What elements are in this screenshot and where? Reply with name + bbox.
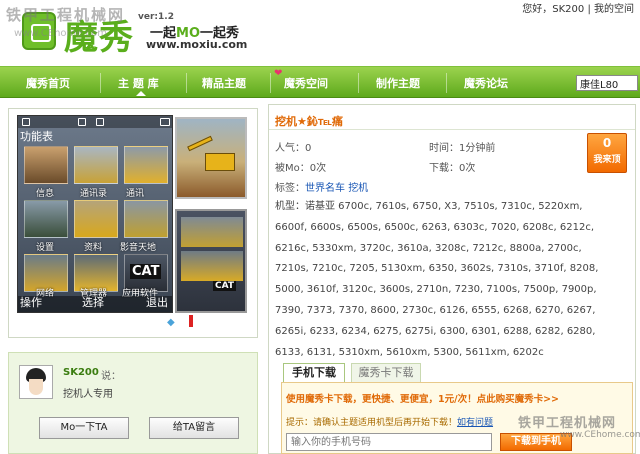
vote-up-button[interactable]: 0 我来顶 (587, 133, 627, 173)
diamond-icon[interactable]: ◆ (167, 317, 175, 328)
popularity-stat: 人气：0 (275, 143, 312, 154)
models-list: 诺基亚 6700c, 7610s, 6750, X3, 7510s, 7310c… (275, 201, 599, 358)
leave-message-button[interactable]: 给TA留言 (149, 417, 239, 439)
report-flag-icon[interactable] (189, 315, 193, 327)
phone-screenshot[interactable]: 功能表 信息 通讯录 通讯 设置 资料 影音天地 CAT 网络 管理器 应用软件… (17, 115, 173, 313)
softkey-left: 操作 (20, 296, 42, 309)
signal-icon (22, 118, 30, 126)
phone-status-bar (18, 116, 172, 128)
nav-item-theme-library[interactable]: 主 题 库 (118, 75, 159, 91)
models-label: 机型： (275, 201, 305, 212)
site-url: www.moxiu.com (146, 38, 248, 51)
softkey-middle: 选择 (82, 296, 104, 309)
nav-separator (358, 73, 359, 93)
phone-tile (124, 200, 168, 238)
phone-tile-label: 通讯录 (80, 189, 108, 199)
mo-count-stat: 被Mo：0次 (275, 163, 327, 174)
theme-title: 挖机★鈊℡痛 (275, 115, 343, 128)
divider (269, 129, 635, 130)
nav-item-forum[interactable]: 魔秀论坛 (464, 75, 508, 91)
phone-tile-label: 资料 (84, 243, 103, 253)
mo-ta-button[interactable]: Mo一下TA (39, 417, 129, 439)
phone-tile-label: 通讯 (126, 189, 145, 199)
thumb-tile (181, 217, 243, 247)
phone-number-input[interactable] (286, 433, 492, 451)
phone-tile-label: 影音天地 (120, 243, 157, 253)
preview-thumbnail-2[interactable]: CAT (175, 209, 247, 313)
phone-tile-label: 设置 (36, 243, 55, 253)
nav-search-input[interactable] (576, 75, 638, 91)
watermark-bottom-url: www.CEhome.com (560, 430, 640, 440)
tag-link[interactable]: 挖机 (348, 183, 368, 194)
nav-item-featured-themes[interactable]: 精品主题 (202, 75, 246, 91)
author-name[interactable]: SK200 (63, 367, 99, 378)
site-header: 魔秀 ver:1.2 一起MO一起秀 www.moxiu.com 您好，SK20… (0, 0, 640, 66)
thumb-cat-logo: CAT (213, 281, 237, 291)
nav-item-make-theme[interactable]: 制作主题 (376, 75, 420, 91)
user-greeting[interactable]: 您好，SK200 | 我的空间 (522, 0, 634, 15)
download-count-stat: 下载：0次 (429, 163, 476, 174)
nav-separator (186, 73, 187, 93)
thumb-tile (181, 251, 243, 281)
help-link[interactable]: 如有问题 (457, 418, 493, 428)
watermark-top: 铁甲工程机械网 (6, 6, 126, 24)
tags-row: 标签：世界名车 挖机 (275, 179, 368, 194)
author-note: 挖机人专用 (63, 389, 113, 400)
compatible-models: 机型：诺基亚 6700c, 7610s, 6750, X3, 7510s, 73… (275, 197, 615, 363)
card-promo-link[interactable]: 使用魔秀卡下载，更快捷、更便宜，1元/次！点此购买魔秀卡>> (286, 391, 559, 405)
phone-tile-label: 信息 (36, 189, 55, 199)
watermark-bottom: 铁甲工程机械网 (518, 416, 617, 431)
nav-separator (446, 73, 447, 93)
phone-menu-title: 功能表 (20, 130, 53, 143)
battery-icon (160, 118, 170, 126)
preview-thumbnail-1[interactable] (175, 117, 247, 199)
message-icon (78, 118, 86, 126)
theme-detail-panel: 挖机★鈊℡痛 人气：0 时间：1分钟前 被Mo：0次 下载：0次 标签：世界名车… (268, 104, 636, 454)
version-label: ver:1.2 (138, 12, 174, 22)
tag-link[interactable]: 世界名车 (305, 183, 345, 194)
phone-tile (74, 146, 118, 184)
phone-tile (74, 200, 118, 238)
tab-card-download[interactable]: 魔秀卡下载 (351, 363, 421, 383)
watermark-top-url: www.CEhome.com (14, 28, 107, 39)
time-stat: 时间：1分钟前 (429, 143, 496, 154)
vote-label: 我来顶 (593, 155, 621, 165)
cat-logo: CAT (130, 264, 162, 279)
nav-item-home[interactable]: 魔秀首页 (26, 75, 70, 91)
download-tip-text: 提示：请确认主题适用机型后再开始下载！ (286, 418, 458, 428)
vote-count: 0 (602, 136, 612, 150)
phone-tile (24, 146, 68, 184)
nav-separator (100, 73, 101, 93)
clock-icon (96, 118, 104, 126)
nav-separator (270, 73, 271, 93)
nav-item-moxiu-space[interactable]: 魔秀空间 (284, 75, 328, 91)
main-nav: 魔秀首页 主 题 库 精品主题 ❤ 魔秀空间 制作主题 魔秀论坛 (0, 66, 640, 98)
tab-phone-download[interactable]: 手机下载 (283, 363, 345, 383)
author-said-label: 说： (101, 371, 121, 382)
tags-label: 标签： (275, 183, 305, 194)
softkey-right: 退出 (146, 296, 168, 309)
phone-tile (124, 146, 168, 184)
excavator-shape (205, 153, 235, 171)
phone-tile (24, 200, 68, 238)
heart-icon: ❤ (274, 68, 283, 79)
download-tip: 提示：请确认主题适用机型后再开始下载！如有问题 (286, 415, 493, 428)
theme-preview-panel: 功能表 信息 通讯录 通讯 设置 资料 影音天地 CAT 网络 管理器 应用软件… (8, 108, 258, 338)
author-card: SK200 说： 挖机人专用 Mo一下TA 给TA留言 (8, 352, 258, 454)
excavator-arm-shape (187, 135, 213, 152)
avatar[interactable] (19, 365, 53, 399)
nav-active-arrow-icon (136, 91, 146, 96)
